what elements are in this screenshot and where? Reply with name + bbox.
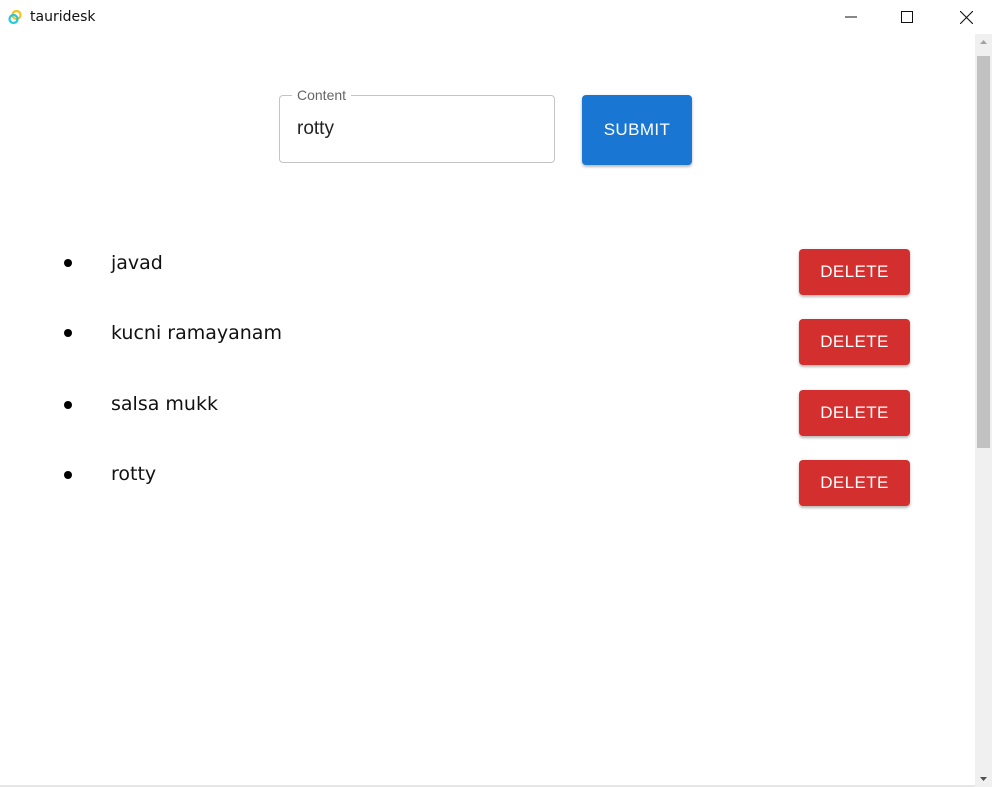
maximize-icon [901, 11, 913, 23]
list-item-text: rotty [111, 463, 157, 485]
list-item-text: javad [111, 252, 163, 274]
close-button[interactable] [943, 0, 989, 34]
list-item-text: kucni ramayanam [111, 322, 282, 344]
tauri-logo-icon [8, 9, 22, 25]
scroll-up-arrow-icon[interactable] [975, 34, 992, 51]
list-item: javad DELETE [0, 215, 975, 295]
bullet-icon [64, 259, 72, 267]
minimize-button[interactable] [828, 0, 874, 34]
content-input[interactable] [280, 96, 554, 162]
submit-button[interactable]: SUBMIT [582, 95, 692, 165]
bullet-icon [64, 401, 72, 409]
maximize-button[interactable] [884, 0, 930, 34]
list-item-text: salsa mukk [111, 393, 218, 415]
content-field: Content [279, 87, 555, 163]
close-icon [959, 10, 973, 24]
bullet-icon [64, 471, 72, 479]
list-item: salsa mukk DELETE [0, 355, 975, 436]
bullet-icon [64, 329, 72, 337]
title-bar: tauridesk [0, 0, 992, 34]
list-item: rotty DELETE [0, 425, 975, 506]
scrollbar-thumb[interactable] [977, 56, 990, 448]
list-item: kucni ramayanam DELETE [0, 285, 975, 365]
delete-button[interactable]: DELETE [799, 460, 910, 506]
window-title: tauridesk [30, 9, 96, 25]
vertical-scrollbar[interactable] [975, 34, 992, 787]
scroll-down-arrow-icon[interactable] [975, 770, 992, 787]
minimize-icon [845, 16, 857, 18]
main-content: Content SUBMIT javad DELETE kucni ramaya… [0, 34, 975, 787]
